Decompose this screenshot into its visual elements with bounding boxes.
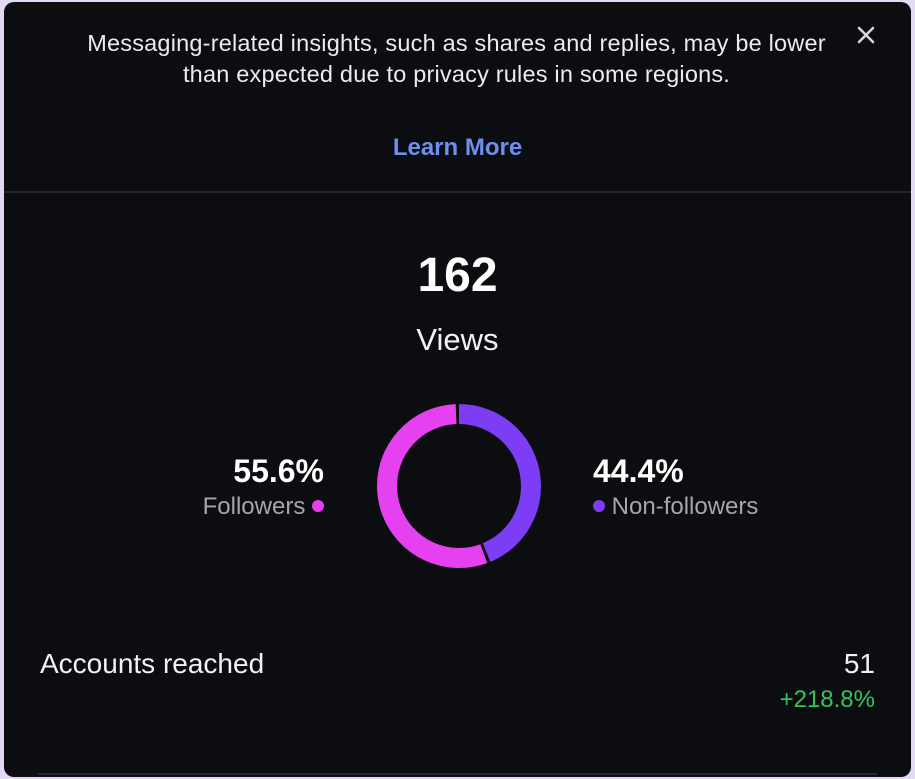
- followers-label: Followers: [202, 493, 306, 520]
- banner-divider: [4, 191, 911, 193]
- accounts-reached-change: +218.8%: [779, 686, 875, 713]
- privacy-notice-text: Messaging-related insights, such as shar…: [87, 30, 826, 87]
- section-divider: [38, 773, 877, 775]
- non-followers-percent: 44.4%: [593, 453, 684, 489]
- non-followers-legend: 44.4% Non-followers: [593, 452, 758, 524]
- followers-dot-icon: [312, 500, 324, 512]
- accounts-reached-value: 51: [843, 648, 875, 679]
- followers-arc: [377, 404, 541, 568]
- non-followers-dot-icon: [593, 500, 605, 512]
- close-banner-button[interactable]: [851, 20, 881, 50]
- audience-donut-chart: [377, 404, 541, 568]
- insights-panel: Messaging-related insights, such as shar…: [4, 2, 911, 777]
- accounts-reached-label: Accounts reached: [40, 648, 265, 679]
- views-label: Views: [416, 322, 499, 357]
- privacy-notice-banner: Messaging-related insights, such as shar…: [4, 2, 911, 192]
- learn-more-link[interactable]: Learn More: [4, 134, 911, 162]
- followers-percent: 55.6%: [233, 453, 324, 489]
- close-icon: [857, 26, 875, 44]
- non-followers-label: Non-followers: [611, 493, 759, 520]
- views-count: 162: [417, 249, 498, 302]
- followers-legend: 55.6% Followers: [203, 452, 324, 524]
